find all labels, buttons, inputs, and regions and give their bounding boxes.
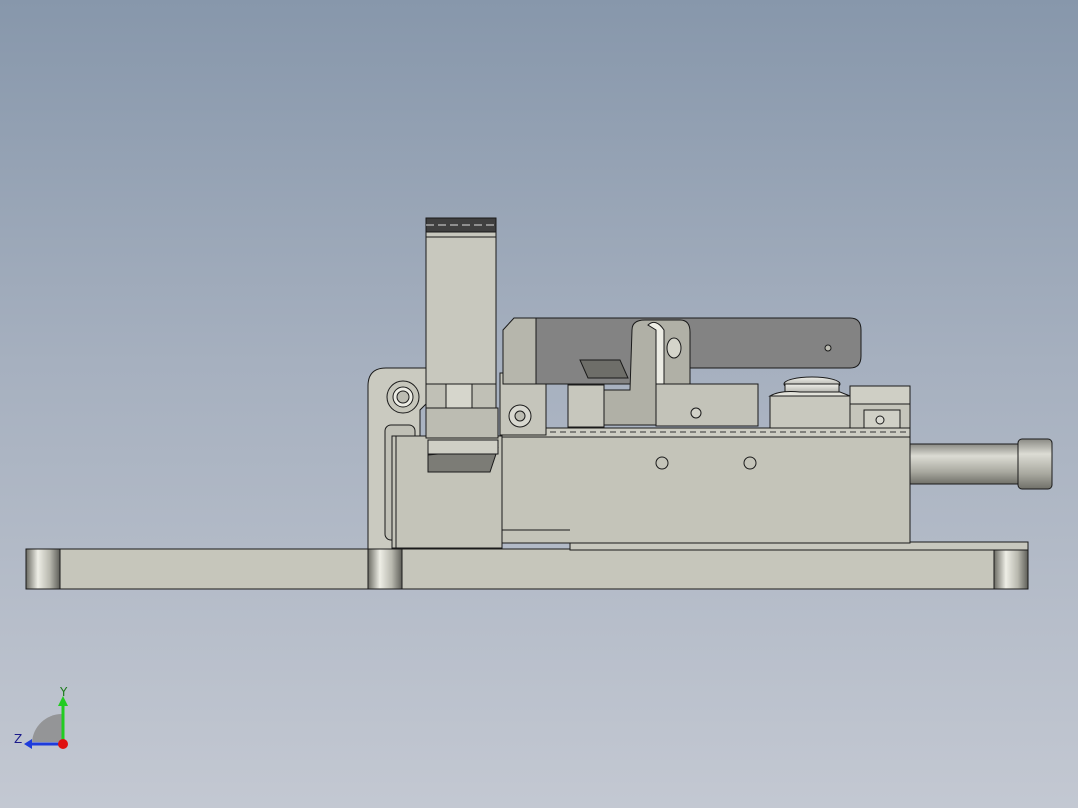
graphics-viewport[interactable]: Y Z	[0, 0, 1078, 808]
lever-arm-front	[502, 317, 537, 385]
disc-base	[769, 395, 851, 429]
cylinder-rod	[909, 443, 1021, 485]
base-plate	[25, 548, 1029, 590]
end-screw	[875, 415, 885, 425]
clamp-jaw	[425, 407, 499, 439]
lever-link	[579, 359, 629, 379]
main-housing	[501, 434, 911, 544]
lever-end-hole	[824, 344, 832, 352]
clamp-cap	[425, 217, 497, 233]
slider-body	[655, 383, 759, 427]
z-axis-label: Z	[14, 732, 22, 746]
lever-arm	[535, 317, 862, 385]
triad-plane-arc	[32, 713, 62, 742]
z-axis-head	[24, 739, 32, 749]
y-axis-label: Y	[59, 685, 68, 699]
base-boss-left	[25, 548, 61, 590]
pivot-hole	[666, 337, 682, 359]
cylinder-cap	[1017, 438, 1053, 490]
orientation-triad: Y Z	[14, 685, 68, 749]
slider-screw	[690, 407, 702, 419]
roller-inner	[514, 410, 526, 422]
base-boss-middle	[367, 548, 403, 590]
side-block	[567, 384, 605, 428]
x-axis-dot	[58, 739, 68, 749]
housing-hole-2	[743, 456, 757, 470]
housing-hole-1	[655, 456, 669, 470]
cad-model-fixture[interactable]	[0, 0, 1078, 808]
clamp-column	[425, 231, 497, 385]
